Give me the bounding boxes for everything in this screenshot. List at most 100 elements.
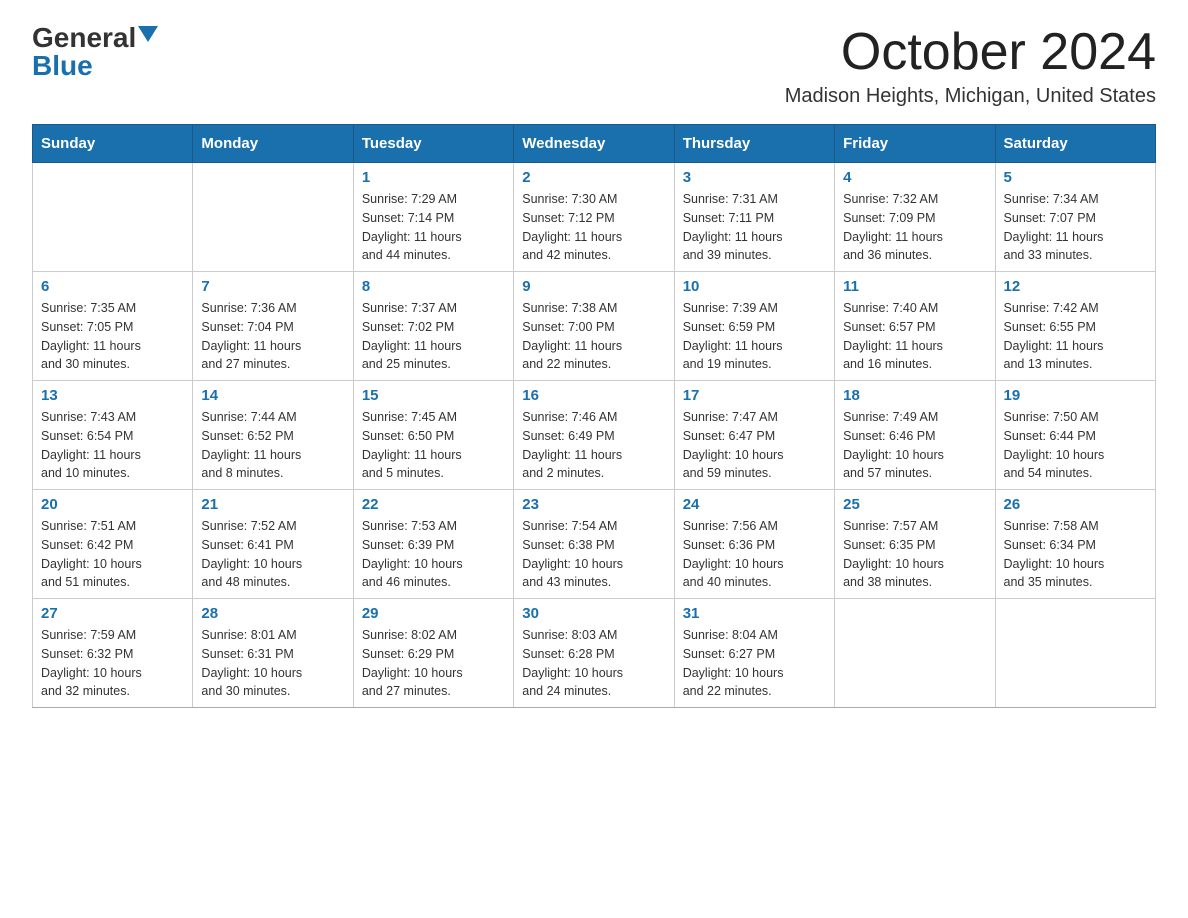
logo-general-text: General [32,24,136,52]
day-info: Sunrise: 7:44 AM Sunset: 6:52 PM Dayligh… [201,408,344,483]
day-info: Sunrise: 7:46 AM Sunset: 6:49 PM Dayligh… [522,408,665,483]
page-header: General Blue October 2024 Madison Height… [32,24,1156,108]
calendar-cell: 21 Sunrise: 7:52 AM Sunset: 6:41 PM Dayli… [193,490,353,599]
day-number: 9 [522,278,665,295]
day-number: 14 [201,387,344,404]
weekday-saturday: Saturday [995,125,1155,163]
calendar-cell: 28 Sunrise: 8:01 AM Sunset: 6:31 PM Dayli… [193,599,353,708]
logo: General Blue [32,24,158,80]
calendar-cell: 20 Sunrise: 7:51 AM Sunset: 6:42 PM Dayli… [33,490,193,599]
day-info: Sunrise: 7:37 AM Sunset: 7:02 PM Dayligh… [362,299,505,374]
calendar-cell: 29 Sunrise: 8:02 AM Sunset: 6:29 PM Dayli… [353,599,513,708]
day-number: 27 [41,605,184,622]
day-number: 20 [41,496,184,513]
weekday-sunday: Sunday [33,125,193,163]
day-info: Sunrise: 8:02 AM Sunset: 6:29 PM Dayligh… [362,626,505,701]
day-info: Sunrise: 7:29 AM Sunset: 7:14 PM Dayligh… [362,190,505,265]
page-title: October 2024 [785,24,1156,81]
calendar-cell: 30Sunrise: 8:03 AM Sunset: 6:28 PM Dayli… [514,599,674,708]
calendar-cell: 31 Sunrise: 8:04 AM Sunset: 6:27 PM Dayli… [674,599,834,708]
day-number: 18 [843,387,986,404]
day-number: 25 [843,496,986,513]
calendar-cell: 16 Sunrise: 7:46 AM Sunset: 6:49 PM Dayli… [514,381,674,490]
calendar-cell [193,163,353,272]
day-info: Sunrise: 7:49 AM Sunset: 6:46 PM Dayligh… [843,408,986,483]
day-number: 23 [522,496,665,513]
day-info: Sunrise: 7:51 AM Sunset: 6:42 PM Dayligh… [41,517,184,592]
week-row-5: 27 Sunrise: 7:59 AM Sunset: 6:32 PM Dayli… [33,599,1156,708]
day-number: 4 [843,169,986,186]
day-number: 3 [683,169,826,186]
calendar-cell: 11 Sunrise: 7:40 AM Sunset: 6:57 PM Dayli… [835,272,995,381]
weekday-tuesday: Tuesday [353,125,513,163]
weekday-thursday: Thursday [674,125,834,163]
weekday-row: SundayMondayTuesdayWednesdayThursdayFrid… [33,125,1156,163]
day-info: Sunrise: 7:52 AM Sunset: 6:41 PM Dayligh… [201,517,344,592]
calendar-cell: 6Sunrise: 7:35 AM Sunset: 7:05 PM Daylig… [33,272,193,381]
day-number: 13 [41,387,184,404]
calendar-cell: 10 Sunrise: 7:39 AM Sunset: 6:59 PM Dayli… [674,272,834,381]
day-number: 5 [1004,169,1147,186]
calendar-cell [33,163,193,272]
calendar-cell: 22Sunrise: 7:53 AM Sunset: 6:39 PM Dayli… [353,490,513,599]
calendar-cell: 3 Sunrise: 7:31 AM Sunset: 7:11 PM Daylig… [674,163,834,272]
day-number: 2 [522,169,665,186]
day-number: 31 [683,605,826,622]
week-row-2: 6Sunrise: 7:35 AM Sunset: 7:05 PM Daylig… [33,272,1156,381]
day-info: Sunrise: 7:32 AM Sunset: 7:09 PM Dayligh… [843,190,986,265]
day-info: Sunrise: 7:39 AM Sunset: 6:59 PM Dayligh… [683,299,826,374]
calendar-cell: 17Sunrise: 7:47 AM Sunset: 6:47 PM Dayli… [674,381,834,490]
day-number: 16 [522,387,665,404]
day-number: 30 [522,605,665,622]
day-number: 8 [362,278,505,295]
day-number: 17 [683,387,826,404]
day-number: 28 [201,605,344,622]
day-info: Sunrise: 7:35 AM Sunset: 7:05 PM Dayligh… [41,299,184,374]
calendar-cell: 13 Sunrise: 7:43 AM Sunset: 6:54 PM Dayli… [33,381,193,490]
title-section: October 2024 Madison Heights, Michigan, … [785,24,1156,108]
calendar-cell: 14 Sunrise: 7:44 AM Sunset: 6:52 PM Dayli… [193,381,353,490]
day-info: Sunrise: 7:45 AM Sunset: 6:50 PM Dayligh… [362,408,505,483]
day-info: Sunrise: 7:57 AM Sunset: 6:35 PM Dayligh… [843,517,986,592]
weekday-friday: Friday [835,125,995,163]
week-row-4: 20 Sunrise: 7:51 AM Sunset: 6:42 PM Dayli… [33,490,1156,599]
week-row-1: 1Sunrise: 7:29 AM Sunset: 7:14 PM Daylig… [33,163,1156,272]
calendar-cell: 8 Sunrise: 7:37 AM Sunset: 7:02 PM Daylig… [353,272,513,381]
day-info: Sunrise: 7:58 AM Sunset: 6:34 PM Dayligh… [1004,517,1147,592]
calendar-header: SundayMondayTuesdayWednesdayThursdayFrid… [33,125,1156,163]
day-info: Sunrise: 7:50 AM Sunset: 6:44 PM Dayligh… [1004,408,1147,483]
day-info: Sunrise: 7:31 AM Sunset: 7:11 PM Dayligh… [683,190,826,265]
week-row-3: 13 Sunrise: 7:43 AM Sunset: 6:54 PM Dayli… [33,381,1156,490]
calendar-cell: 27 Sunrise: 7:59 AM Sunset: 6:32 PM Dayli… [33,599,193,708]
calendar-cell: 24Sunrise: 7:56 AM Sunset: 6:36 PM Dayli… [674,490,834,599]
day-number: 7 [201,278,344,295]
day-info: Sunrise: 7:30 AM Sunset: 7:12 PM Dayligh… [522,190,665,265]
calendar-cell: 25 Sunrise: 7:57 AM Sunset: 6:35 PM Dayli… [835,490,995,599]
calendar-cell: 23Sunrise: 7:54 AM Sunset: 6:38 PM Dayli… [514,490,674,599]
calendar-cell: 5 Sunrise: 7:34 AM Sunset: 7:07 PM Daylig… [995,163,1155,272]
day-number: 19 [1004,387,1147,404]
day-number: 21 [201,496,344,513]
calendar-cell: 4 Sunrise: 7:32 AM Sunset: 7:09 PM Daylig… [835,163,995,272]
day-info: Sunrise: 7:34 AM Sunset: 7:07 PM Dayligh… [1004,190,1147,265]
calendar-cell: 9Sunrise: 7:38 AM Sunset: 7:00 PM Daylig… [514,272,674,381]
day-number: 10 [683,278,826,295]
day-number: 29 [362,605,505,622]
day-info: Sunrise: 7:59 AM Sunset: 6:32 PM Dayligh… [41,626,184,701]
day-number: 11 [843,278,986,295]
calendar-cell: 1Sunrise: 7:29 AM Sunset: 7:14 PM Daylig… [353,163,513,272]
day-number: 12 [1004,278,1147,295]
calendar-cell: 7Sunrise: 7:36 AM Sunset: 7:04 PM Daylig… [193,272,353,381]
calendar-cell: 15Sunrise: 7:45 AM Sunset: 6:50 PM Dayli… [353,381,513,490]
calendar-table: SundayMondayTuesdayWednesdayThursdayFrid… [32,124,1156,708]
calendar-cell: 12Sunrise: 7:42 AM Sunset: 6:55 PM Dayli… [995,272,1155,381]
day-info: Sunrise: 7:43 AM Sunset: 6:54 PM Dayligh… [41,408,184,483]
day-info: Sunrise: 8:01 AM Sunset: 6:31 PM Dayligh… [201,626,344,701]
day-info: Sunrise: 8:04 AM Sunset: 6:27 PM Dayligh… [683,626,826,701]
day-info: Sunrise: 7:40 AM Sunset: 6:57 PM Dayligh… [843,299,986,374]
calendar-cell: 26Sunrise: 7:58 AM Sunset: 6:34 PM Dayli… [995,490,1155,599]
day-number: 24 [683,496,826,513]
calendar-cell: 2 Sunrise: 7:30 AM Sunset: 7:12 PM Daylig… [514,163,674,272]
logo-triangle-icon [138,26,158,42]
logo-blue-text: Blue [32,52,93,80]
